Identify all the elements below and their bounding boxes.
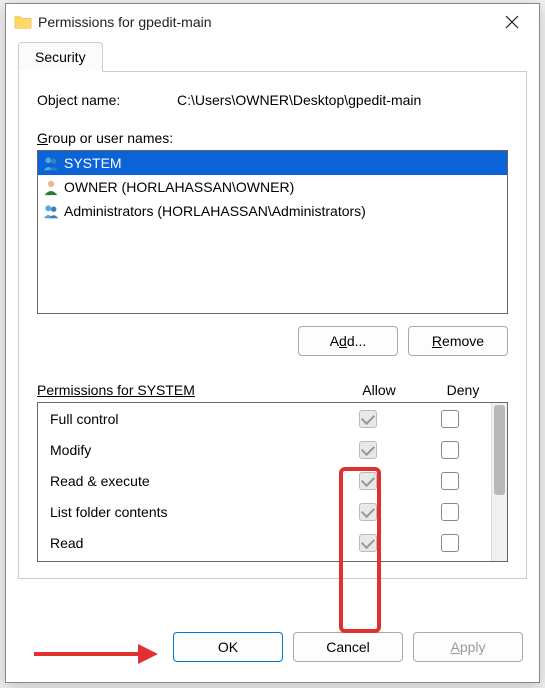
deny-column-header: Deny — [421, 382, 505, 398]
list-item[interactable]: SYSTEM — [38, 151, 507, 175]
permission-row: Read & execute — [38, 465, 491, 496]
list-item[interactable]: OWNER (HORLAHASSAN\OWNER) — [38, 175, 507, 199]
allow-checkbox[interactable] — [359, 472, 377, 490]
object-name-row: Object name: C:\Users\OWNER\Desktop\gped… — [37, 92, 508, 108]
permission-row: Read — [38, 527, 491, 558]
list-item[interactable]: Administrators (HORLAHASSAN\Administrato… — [38, 199, 507, 223]
object-name-label: Object name: — [37, 92, 177, 108]
dialog-button-bar: OK Cancel Apply — [6, 616, 539, 682]
user-icon — [42, 178, 60, 196]
tab-security[interactable]: Security — [18, 42, 103, 72]
group-user-names-label: Group or user names: — [37, 130, 508, 146]
allow-checkbox[interactable] — [359, 441, 377, 459]
permission-row: Modify — [38, 434, 491, 465]
permissions-list-wrap: Full control Modify Read & execute List fol… — [37, 402, 508, 562]
user-button-row: Add... Remove — [37, 326, 508, 356]
permission-name: Read — [50, 535, 327, 551]
permissions-dialog: Permissions for gpedit-main Security Obj… — [5, 3, 540, 683]
ok-button[interactable]: OK — [173, 632, 283, 662]
permission-name: Modify — [50, 442, 327, 458]
object-name-value: C:\Users\OWNER\Desktop\gpedit-main — [177, 92, 421, 108]
permissions-list: Full control Modify Read & execute List fol… — [38, 403, 491, 561]
titlebar: Permissions for gpedit-main — [6, 4, 539, 40]
group-icon — [42, 154, 60, 172]
remove-button[interactable]: Remove — [408, 326, 508, 356]
user-name: OWNER (HORLAHASSAN\OWNER) — [64, 179, 294, 195]
allow-column-header: Allow — [337, 382, 421, 398]
scrollbar[interactable] — [491, 403, 507, 561]
window-title: Permissions for gpedit-main — [38, 14, 493, 30]
apply-button[interactable]: Apply — [413, 632, 523, 662]
tab-strip: Security — [18, 42, 527, 72]
dialog-body: Security Object name: C:\Users\OWNER\Des… — [6, 40, 539, 616]
user-name: SYSTEM — [64, 155, 122, 171]
allow-checkbox[interactable] — [359, 503, 377, 521]
close-button[interactable] — [493, 7, 531, 37]
deny-checkbox[interactable] — [441, 472, 459, 490]
user-listbox[interactable]: SYSTEM OWNER (HORLAHASSAN\OWNER) Administr… — [37, 150, 508, 314]
permissions-header: Permissions for SYSTEM Allow Deny — [37, 382, 508, 398]
deny-checkbox[interactable] — [441, 441, 459, 459]
security-tab-content: Object name: C:\Users\OWNER\Desktop\gped… — [18, 72, 527, 579]
folder-icon — [14, 14, 32, 30]
permission-name: Read & execute — [50, 473, 327, 489]
add-button[interactable]: Add... — [298, 326, 398, 356]
group-icon — [42, 202, 60, 220]
user-name: Administrators (HORLAHASSAN\Administrato… — [64, 203, 366, 219]
permission-row: Full control — [38, 403, 491, 434]
allow-checkbox[interactable] — [359, 534, 377, 552]
permission-row: List folder contents — [38, 496, 491, 527]
deny-checkbox[interactable] — [441, 534, 459, 552]
scrollbar-thumb[interactable] — [494, 405, 505, 495]
cancel-button[interactable]: Cancel — [293, 632, 403, 662]
permissions-title: Permissions for SYSTEM — [37, 382, 337, 398]
allow-checkbox[interactable] — [359, 410, 377, 428]
deny-checkbox[interactable] — [441, 410, 459, 428]
deny-checkbox[interactable] — [441, 503, 459, 521]
permission-name: Full control — [50, 411, 327, 427]
permission-name: List folder contents — [50, 504, 327, 520]
